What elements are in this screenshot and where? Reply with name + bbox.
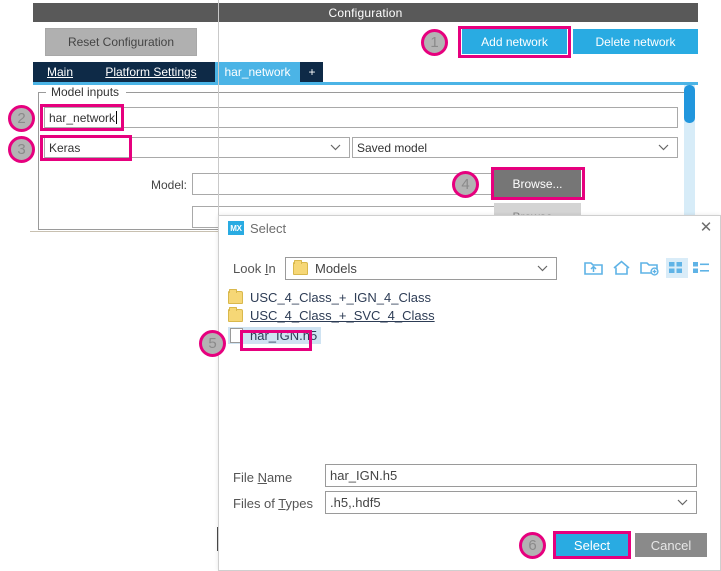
dialog-title-bar <box>219 216 720 244</box>
annotation-callout-6: 6 <box>519 532 546 559</box>
framework-value: Keras <box>49 140 81 155</box>
network-name-value: har_network <box>49 110 116 125</box>
model-path-input[interactable] <box>192 173 495 195</box>
annotation-callout-3: 3 <box>8 136 35 163</box>
cancel-button[interactable]: Cancel <box>635 533 707 557</box>
browse-button[interactable]: Browse... <box>494 170 581 197</box>
select-button[interactable]: Select <box>556 533 628 557</box>
tab-main[interactable]: Main <box>33 62 87 82</box>
tab-main-label: Main <box>46 65 73 79</box>
vertical-scrollbar-thumb[interactable] <box>684 85 695 123</box>
file-name-value: har_IGN.h5 <box>330 468 398 483</box>
tab-add-new[interactable]: + <box>301 62 323 82</box>
up-one-level-icon[interactable] <box>583 258 605 278</box>
select-button-label: Select <box>573 537 611 553</box>
text-caret <box>116 111 118 124</box>
delete-network-button[interactable]: Delete network <box>573 29 698 54</box>
close-icon[interactable]: ✕ <box>698 219 714 236</box>
configuration-title-bar: Configuration <box>33 3 698 22</box>
page-title: Configuration <box>328 5 403 20</box>
list-view-icon[interactable] <box>691 258 713 278</box>
reset-configuration-button[interactable]: Reset Configuration <box>45 28 197 56</box>
chevron-down-icon <box>677 497 688 509</box>
list-item-label: USC_4_Class_+_IGN_4_Class <box>250 289 432 305</box>
document-icon <box>230 327 243 343</box>
chevron-down-icon <box>330 142 341 154</box>
file-name-label: File Name <box>233 470 293 485</box>
list-item-label: har_IGN.h5 <box>250 327 318 343</box>
look-in-label: Look In <box>233 261 276 276</box>
files-of-types-label: Files of Types <box>233 496 313 511</box>
tab-har-network[interactable]: har_network <box>215 62 300 82</box>
add-network-label: Add network <box>481 34 548 49</box>
home-icon[interactable] <box>611 258 633 278</box>
list-item-selection: har_IGN.h5 <box>228 326 322 344</box>
network-name-input[interactable]: har_network <box>44 107 678 128</box>
dialog-title: Select <box>250 221 287 236</box>
reset-configuration-label: Reset Configuration <box>67 35 175 49</box>
tab-har-network-label: har_network <box>224 65 291 79</box>
delete-network-label: Delete network <box>595 34 676 49</box>
list-item-selected[interactable]: har_IGN.h5 <box>228 326 322 344</box>
folder-icon <box>228 306 243 322</box>
annotation-callout-4: 4 <box>452 171 479 198</box>
look-in-dropdown[interactable]: Models <box>285 257 557 280</box>
tab-platform-settings-label: Platform Settings <box>105 65 197 79</box>
browse-button-label: Browse... <box>512 176 563 191</box>
look-in-value: Models <box>315 261 357 276</box>
framework-dropdown[interactable]: Keras <box>44 137 350 158</box>
tab-bar: Main Platform Settings har_network + <box>33 62 323 82</box>
annotation-callout-5: 5 <box>199 330 226 357</box>
file-name-input[interactable]: har_IGN.h5 <box>325 464 697 487</box>
model-inputs-legend: Model inputs <box>47 85 124 99</box>
tab-add-new-label: + <box>308 65 316 79</box>
annotation-callout-2: 2 <box>8 105 35 132</box>
model-path-label: Model: <box>150 178 187 192</box>
add-network-button[interactable]: Add network <box>462 29 567 54</box>
create-new-folder-icon[interactable] <box>639 258 661 278</box>
files-of-types-value: .h5,.hdf5 <box>330 495 381 510</box>
folder-icon <box>293 260 308 275</box>
list-item[interactable]: USC_4_Class_+_SVC_4_Class <box>228 306 435 324</box>
folder-icon <box>228 288 243 304</box>
cancel-button-label: Cancel <box>650 537 692 553</box>
list-item[interactable]: USC_4_Class_+_IGN_4_Class <box>228 288 431 306</box>
model-type-dropdown[interactable]: Saved model <box>352 137 678 158</box>
file-list[interactable]: USC_4_Class_+_IGN_4_Class USC_4_Class_+_… <box>228 288 698 448</box>
annotation-callout-1: 1 <box>421 29 448 56</box>
list-item-label: USC_4_Class_+_SVC_4_Class <box>250 307 435 323</box>
app-logo-icon: MX <box>228 221 244 235</box>
model-type-value: Saved model <box>357 140 428 155</box>
chevron-down-icon <box>537 263 548 275</box>
grid-view-icon[interactable] <box>666 258 688 278</box>
tab-platform-settings[interactable]: Platform Settings <box>88 62 214 82</box>
files-of-types-dropdown[interactable]: .h5,.hdf5 <box>325 491 697 514</box>
chevron-down-icon <box>658 142 669 154</box>
